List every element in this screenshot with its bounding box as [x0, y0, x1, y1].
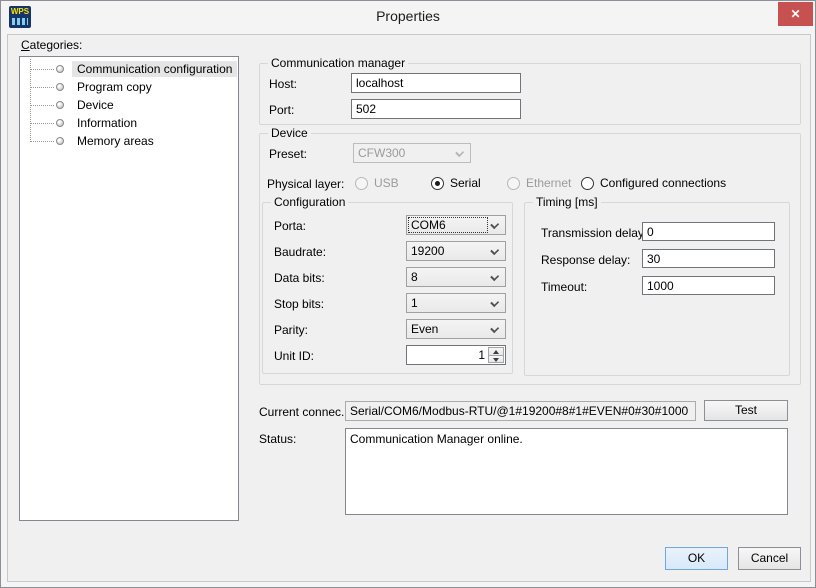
radio-button-icon	[507, 177, 520, 190]
arrow-down-icon	[493, 358, 499, 362]
parity-label: Parity:	[274, 323, 308, 337]
spin-down-button[interactable]	[488, 356, 504, 364]
unit-id-value[interactable]: 1	[409, 348, 485, 362]
close-button[interactable]: ✕	[778, 2, 813, 26]
status-textarea[interactable]: Communication Manager online.	[345, 428, 788, 515]
status-label: Status:	[259, 432, 296, 446]
communication-manager-group-title: Communication manager	[268, 56, 408, 71]
title-bar: WPS Properties ✕	[1, 1, 815, 33]
tree-node-icon	[56, 83, 64, 91]
arrow-up-icon	[493, 350, 499, 354]
radio-usb-label: USB	[374, 176, 399, 190]
tree-item-program-copy[interactable]: Program copy	[20, 78, 238, 96]
data-bits-combo[interactable]: 8	[406, 267, 506, 287]
configuration-group-title: Configuration	[271, 195, 348, 210]
transmission-delay-input[interactable]: 0	[642, 222, 775, 241]
porta-combo[interactable]: COM6	[406, 215, 506, 235]
device-group-title: Device	[268, 126, 311, 141]
radio-serial-label[interactable]: Serial	[450, 176, 481, 190]
timing-group-title: Timing [ms]	[533, 195, 601, 210]
current-connection-value: Serial/COM6/Modbus-RTU/@1#19200#8#1#EVEN…	[345, 401, 696, 421]
properties-dialog: WPS Properties ✕ Categories: Communicati…	[0, 0, 816, 588]
chevron-down-icon	[490, 246, 499, 255]
host-input[interactable]: localhost	[351, 73, 521, 93]
stop-bits-combo[interactable]: 1	[406, 293, 506, 313]
tree-item-device[interactable]: Device	[20, 96, 238, 114]
preset-label: Preset:	[269, 147, 307, 161]
chevron-down-icon	[455, 148, 464, 157]
stop-bits-label: Stop bits:	[274, 297, 324, 311]
tree-item-label[interactable]: Program copy	[72, 79, 157, 95]
tree-item-communication-configuration[interactable]: Communication configuration	[20, 60, 238, 78]
radio-button-icon	[355, 177, 368, 190]
radio-ethernet: Ethernet	[507, 176, 571, 190]
parity-combo[interactable]: Even	[406, 319, 506, 339]
response-delay-input[interactable]: 30	[642, 249, 775, 268]
radio-serial[interactable]: Serial	[431, 176, 481, 190]
porta-label: Porta:	[274, 219, 306, 233]
ok-button[interactable]: OK	[665, 547, 728, 570]
tree-item-label[interactable]: Memory areas	[72, 133, 159, 149]
tree-item-label[interactable]: Device	[72, 97, 119, 113]
chevron-down-icon	[490, 272, 499, 281]
radio-configured-connections[interactable]: Configured connections	[581, 176, 726, 190]
radio-configured-connections-label[interactable]: Configured connections	[600, 176, 726, 190]
categories-tree[interactable]: Communication configuration Program copy…	[19, 56, 239, 521]
test-button[interactable]: Test	[704, 400, 788, 421]
radio-button-icon[interactable]	[431, 177, 444, 190]
preset-combo: CFW300	[353, 143, 471, 163]
baudrate-label: Baudrate:	[274, 245, 326, 259]
cancel-button[interactable]: Cancel	[738, 547, 801, 570]
baudrate-combo[interactable]: 19200	[406, 241, 506, 261]
timeout-input[interactable]: 1000	[642, 276, 775, 295]
port-input[interactable]: 502	[351, 99, 521, 119]
communication-manager-group: Communication manager	[259, 63, 801, 125]
radio-ethernet-label: Ethernet	[526, 176, 571, 190]
close-icon: ✕	[790, 7, 800, 21]
tree-item-memory-areas[interactable]: Memory areas	[20, 132, 238, 150]
response-delay-label: Response delay:	[541, 253, 630, 267]
data-bits-label: Data bits:	[274, 271, 325, 285]
transmission-delay-label: Transmission delay:	[541, 226, 647, 240]
radio-button-icon[interactable]	[581, 177, 594, 190]
spin-up-button[interactable]	[488, 347, 504, 356]
port-label: Port:	[269, 103, 294, 117]
window-title: Properties	[1, 8, 815, 24]
tree-node-icon	[56, 119, 64, 127]
unit-id-stepper[interactable]: 1	[406, 345, 506, 365]
chevron-down-icon	[490, 298, 499, 307]
timeout-label: Timeout:	[541, 280, 587, 294]
tree-item-label[interactable]: Information	[72, 115, 142, 131]
tree-item-label[interactable]: Communication configuration	[72, 61, 237, 77]
host-label: Host:	[269, 77, 297, 91]
tree-node-icon	[56, 101, 64, 109]
chevron-down-icon	[490, 220, 499, 229]
tree-item-information[interactable]: Information	[20, 114, 238, 132]
radio-usb: USB	[355, 176, 399, 190]
physical-layer-label: Physical layer:	[267, 177, 344, 191]
categories-label: Categories:	[21, 38, 82, 52]
tree-node-icon	[56, 65, 64, 73]
current-connection-label: Current connec...	[259, 405, 351, 419]
unit-id-label: Unit ID:	[274, 349, 314, 363]
chevron-down-icon	[490, 324, 499, 333]
tree-node-icon	[56, 137, 64, 145]
